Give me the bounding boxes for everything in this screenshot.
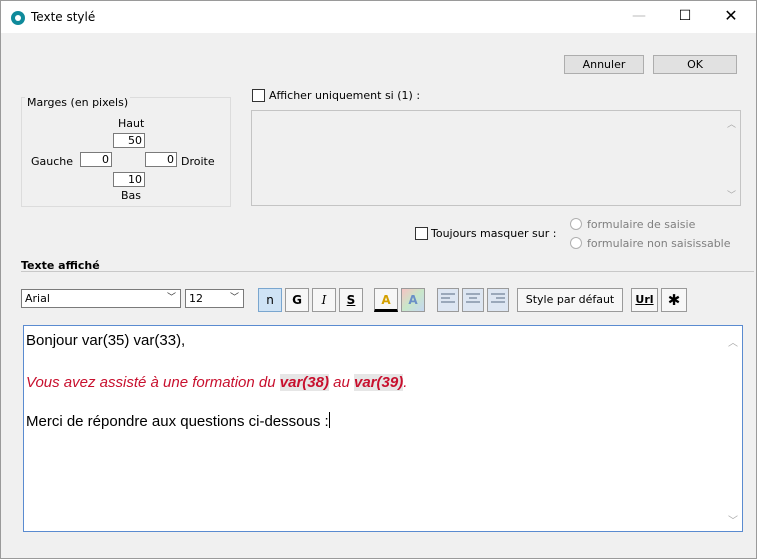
variable-token: var(39): [354, 374, 404, 391]
editor-line-2-text: au: [328, 374, 354, 391]
italic-button[interactable]: I: [312, 288, 336, 312]
editor-line-3-text: Merci de répondre aux questions ci-desso…: [26, 413, 329, 430]
condition-label: Afficher uniquement si (1) :: [269, 89, 421, 102]
editor-line-2: Vous avez assisté à une formation du var…: [26, 374, 407, 391]
url-button[interactable]: Url: [631, 288, 658, 312]
title-bar: Texte stylé — ☐ ✕: [1, 1, 756, 33]
editor-line-2-text: Vous avez assisté à une formation du: [26, 374, 280, 391]
margin-left-input[interactable]: 0: [80, 152, 112, 167]
chevron-down-icon: ﹀: [229, 293, 239, 303]
radio-entry-form-label: formulaire de saisie: [587, 218, 696, 231]
condition-textarea[interactable]: ︿ ﹀: [251, 110, 741, 206]
dialog-window: Texte stylé — ☐ ✕ Annuler OK Marges (en …: [0, 0, 757, 559]
align-center-icon[interactable]: [462, 288, 484, 312]
text-caret: [328, 412, 330, 428]
text-color-button[interactable]: A: [374, 288, 398, 312]
minimize-icon[interactable]: —: [616, 1, 662, 33]
normal-button[interactable]: n: [258, 288, 282, 312]
scroll-up-icon[interactable]: ︿: [727, 117, 736, 130]
margin-top-label: Haut: [118, 117, 145, 130]
background-color-button[interactable]: A: [401, 288, 425, 312]
margin-bottom-label: Bas: [121, 189, 142, 202]
settings-gear-icon[interactable]: ✱: [661, 288, 687, 312]
hide-checkbox[interactable]: [415, 227, 428, 240]
bold-button[interactable]: G: [285, 288, 309, 312]
margin-top-input[interactable]: 50: [113, 133, 145, 148]
margins-legend: Marges (en pixels): [25, 96, 131, 109]
editor-line-2-text: .: [403, 374, 408, 391]
margin-left-label: Gauche: [31, 155, 74, 168]
window-title: Texte stylé: [31, 10, 96, 24]
underline-button[interactable]: S: [339, 288, 363, 312]
ok-button[interactable]: OK: [653, 55, 737, 74]
scroll-down-icon[interactable]: ﹀: [728, 512, 738, 527]
size-select[interactable]: 12 ﹀: [185, 289, 244, 308]
cancel-button[interactable]: Annuler: [564, 55, 644, 74]
font-select[interactable]: Arial ﹀: [21, 289, 181, 308]
align-left-icon[interactable]: [437, 288, 459, 312]
scroll-down-icon[interactable]: ﹀: [727, 188, 736, 201]
default-style-button[interactable]: Style par défaut: [517, 288, 623, 312]
radio-readonly-form-label: formulaire non saisissable: [587, 237, 731, 250]
align-right-icon[interactable]: [487, 288, 509, 312]
margin-right-label: Droite: [181, 155, 215, 168]
font-value: Arial: [25, 292, 50, 305]
chevron-down-icon: ﹀: [166, 293, 176, 303]
radio-entry-form[interactable]: [570, 218, 582, 230]
margin-right-input[interactable]: 0: [145, 152, 177, 167]
rich-text-editor[interactable]: Bonjour var(35) var(33), Vous avez assis…: [23, 325, 743, 532]
editor-line-3: Merci de répondre aux questions ci-desso…: [26, 412, 330, 430]
condition-checkbox[interactable]: [252, 89, 265, 102]
app-icon: [11, 11, 25, 25]
maximize-icon[interactable]: ☐: [662, 1, 708, 33]
close-icon[interactable]: ✕: [708, 1, 754, 33]
radio-readonly-form[interactable]: [570, 237, 582, 249]
variable-token: var(38): [279, 374, 329, 391]
hide-label: Toujours masquer sur :: [431, 227, 557, 240]
editor-line-1: Bonjour var(35) var(33),: [26, 332, 186, 349]
margin-bottom-input[interactable]: 10: [113, 172, 145, 187]
size-value: 12: [189, 292, 203, 305]
scroll-up-icon[interactable]: ︿: [728, 334, 738, 349]
section-divider: [21, 271, 754, 272]
